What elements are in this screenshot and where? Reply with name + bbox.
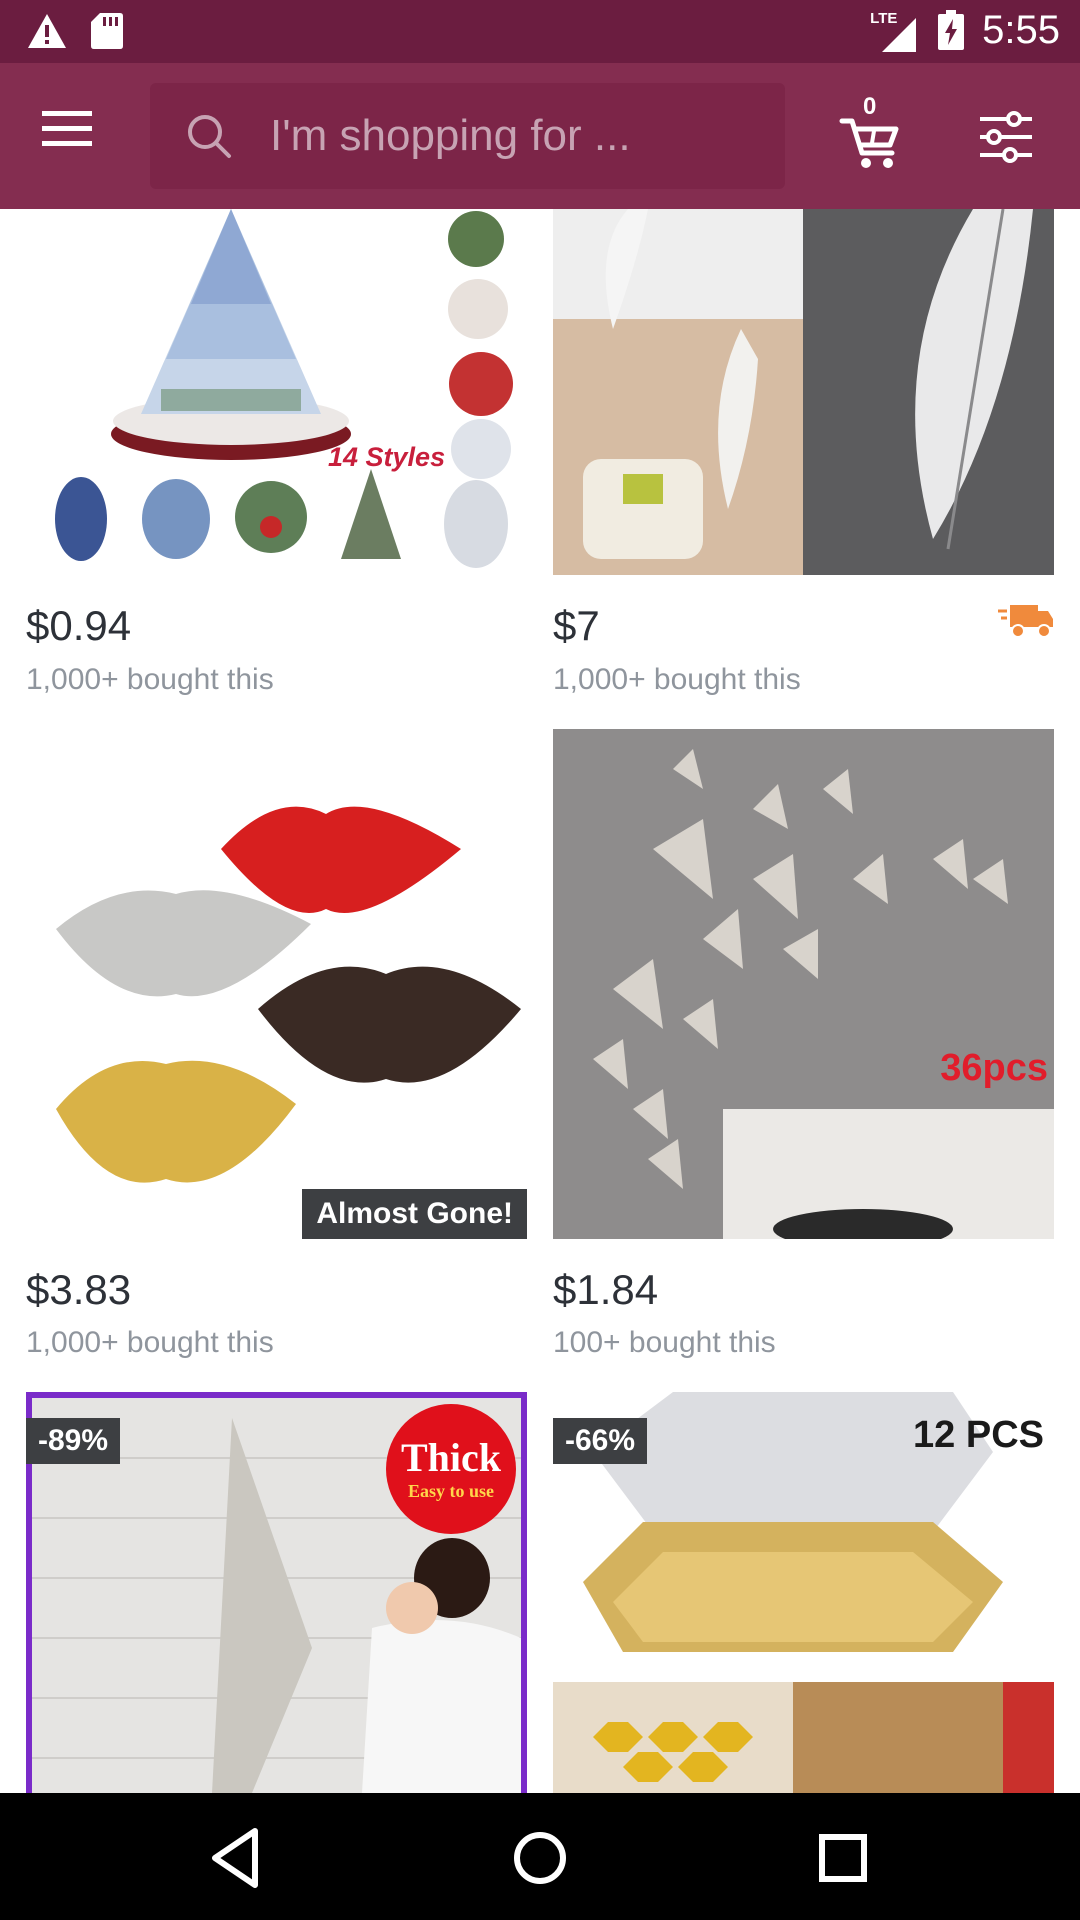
product-card[interactable]: 36pcs $1.84 100+ bought this — [553, 729, 1054, 1392]
product-grid: 14 Styles $0.94 1,000+ bought this $7 1,… — [0, 209, 1080, 1793]
image-overlay-text: 36pcs — [940, 1047, 1048, 1089]
product-image[interactable]: 14 Styles — [26, 209, 527, 575]
image-overlay-text: 12 PCS — [913, 1414, 1044, 1456]
filter-button[interactable] — [976, 107, 1036, 167]
product-image[interactable]: 12 PCS -66% — [553, 1392, 1054, 1793]
stock-badge: Almost Gone! — [302, 1189, 527, 1239]
thick-badge: Thick Easy to use — [386, 1404, 516, 1534]
product-price: $1.84 — [553, 1266, 659, 1313]
cart-count: 0 — [863, 93, 877, 120]
signal-icon: LTE — [870, 6, 920, 54]
home-button[interactable] — [505, 1823, 575, 1893]
image-overlay-text: 14 Styles — [328, 442, 446, 472]
battery-charging-icon — [938, 10, 965, 50]
product-card[interactable]: Thick Easy to use -89% — [26, 1392, 527, 1793]
cart-button[interactable]: 0 — [838, 93, 904, 171]
product-card[interactable]: Almost Gone! $3.83 1,000+ bought this — [26, 729, 527, 1392]
alert-icon — [28, 14, 66, 48]
product-sold-count: 1,000+ bought this — [26, 1326, 274, 1359]
product-sold-count: 1,000+ bought this — [553, 663, 801, 696]
recents-icon — [819, 1834, 867, 1882]
product-price: $0.94 — [26, 602, 132, 649]
status-bar: LTE 5:55 — [0, 0, 1080, 63]
recents-button[interactable] — [808, 1823, 878, 1893]
discount-badge: -89% — [26, 1418, 121, 1464]
product-card[interactable]: 12 PCS -66% — [553, 1392, 1054, 1793]
product-image[interactable]: Thick Easy to use -89% — [26, 1392, 527, 1793]
product-sold-count: 1,000+ bought this — [26, 663, 274, 696]
home-icon — [514, 1832, 566, 1884]
menu-icon — [42, 111, 92, 146]
back-icon — [212, 1828, 258, 1888]
badge-subtitle: Easy to use — [407, 1481, 494, 1501]
product-price: $7 — [553, 602, 600, 649]
search-icon — [188, 115, 231, 158]
clock: 5:55 — [982, 7, 1060, 52]
product-sold-count: 100+ bought this — [553, 1326, 776, 1359]
product-price: $3.83 — [26, 1266, 132, 1313]
system-nav-bar — [0, 1793, 1080, 1920]
product-card[interactable]: $7 1,000+ bought this — [553, 209, 1054, 729]
back-button[interactable] — [201, 1823, 271, 1893]
product-card[interactable]: 14 Styles $0.94 1,000+ bought this — [26, 209, 527, 729]
filter-icon — [980, 111, 1032, 163]
discount-badge: -66% — [553, 1418, 648, 1464]
menu-button[interactable] — [40, 109, 104, 163]
truck-icon — [998, 605, 1053, 638]
product-image[interactable]: Almost Gone! — [26, 729, 527, 1239]
sd-card-icon — [91, 13, 123, 49]
search-input[interactable] — [270, 83, 770, 189]
product-image[interactable]: 36pcs — [553, 729, 1054, 1239]
search-bar[interactable] — [150, 83, 785, 189]
product-image[interactable] — [553, 209, 1054, 575]
app-bar: 0 — [0, 63, 1080, 209]
badge-title: Thick — [400, 1435, 502, 1480]
